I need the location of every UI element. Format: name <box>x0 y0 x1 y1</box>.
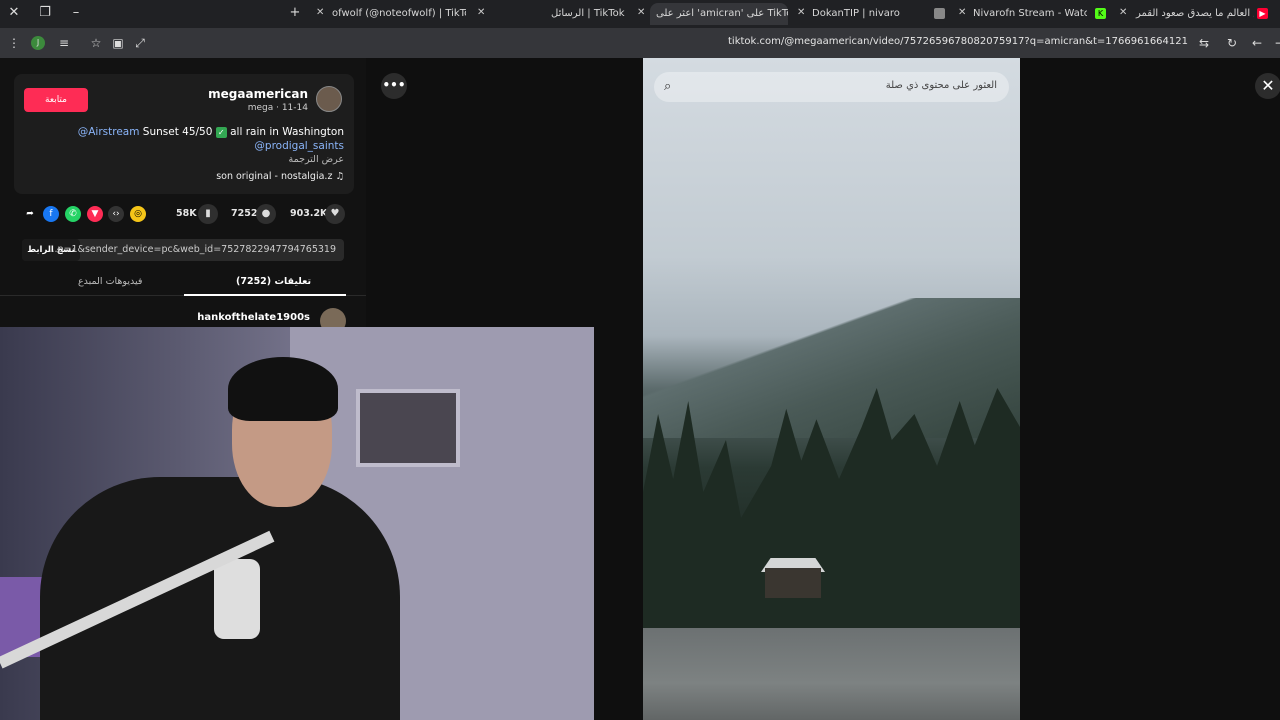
tab-nivarofn-stream[interactable]: Nivarofn Stream - Watch Live o <box>967 3 1087 25</box>
search-icon[interactable]: ⌕ <box>664 79 671 94</box>
embed-icon[interactable]: ‹› <box>108 206 124 222</box>
tab-messages[interactable]: الرسائل | TikTok ♪ <box>545 3 627 25</box>
dokantip-icon <box>934 8 945 19</box>
tab-close-icon[interactable]: ✕ <box>316 7 324 18</box>
ground-scene <box>643 628 1020 720</box>
search-placeholder: العثور على محتوى ذي صلة <box>885 80 997 91</box>
cabin <box>765 568 821 598</box>
bookmark-star-icon[interactable]: ☆ <box>88 35 104 51</box>
profile-icon[interactable]: J <box>31 36 45 50</box>
tab-title: اعثر على 'amicran' على TikTok <box>656 8 788 19</box>
bookmark-icon[interactable]: ▮ <box>198 204 218 224</box>
music-note-icon: ♫ <box>335 171 344 182</box>
action-row: ➦ f ✆ ▼ ‹› ◎ 58K ▮ 7252 ● 903.2K ♥ <box>0 204 366 228</box>
url-text[interactable]: tiktok.com/@megaamerican/video/757265967… <box>728 36 1188 47</box>
share-link-row: نسخ الرابط ...p=1&sender_device=pc&web_i… <box>22 239 344 261</box>
forward-icon[interactable]: → <box>1272 35 1280 51</box>
tab-close-icon[interactable]: ✕ <box>477 7 485 18</box>
tab-title: Nivarofn Stream - Watch Live o <box>973 8 1087 19</box>
site-settings-icon[interactable]: ⇆ <box>1196 35 1212 51</box>
screenshot-icon[interactable]: ⤢ <box>132 35 148 51</box>
repost-icon[interactable]: ▼ <box>87 206 103 222</box>
tab-close-icon[interactable]: ✕ <box>1119 7 1127 18</box>
webcam-person-hair <box>228 357 338 421</box>
youtube-icon: ▶ <box>1257 8 1268 19</box>
tab-close-icon[interactable]: ✕ <box>637 7 645 18</box>
tab-search-icon[interactable]: ≡ <box>56 35 72 51</box>
save-count: 58K <box>176 208 197 219</box>
tab-close-icon[interactable]: ✕ <box>797 7 805 18</box>
author-subline: mega · 11-14 <box>247 103 308 113</box>
mention-link-2[interactable]: @prodigal_saints <box>254 140 344 152</box>
facebook-icon[interactable]: f <box>43 206 59 222</box>
webcam-shelf <box>356 389 460 467</box>
tab-title: DokanTIP | nivaro <box>812 8 900 19</box>
more-options-button[interactable]: ••• <box>381 73 407 99</box>
tab-close-icon[interactable]: ✕ <box>958 7 966 18</box>
comment-username[interactable]: hankofthelate1900s <box>197 312 310 323</box>
active-tab-indicator <box>184 294 346 296</box>
tab-dokantip[interactable]: DokanTIP | nivaro <box>806 3 916 25</box>
author-avatar[interactable] <box>316 86 342 112</box>
tab-title: ofwolf (@noteofwolf) | TikTok <box>332 8 466 19</box>
kick-icon: K <box>1095 8 1106 19</box>
author-username[interactable]: megaamerican <box>208 87 308 101</box>
video-description: @Airstream Sunset 45/50 ✓ all rain in Wa… <box>78 126 344 138</box>
sound-link[interactable]: son original - nostalgia.z ♫ <box>216 171 344 182</box>
browser-address-bar: ⋮ J ≡ ☆ ▣ ⤢ tiktok.com/@megaamerican/vid… <box>0 28 1280 58</box>
window-minimize-icon[interactable]: – <box>68 5 84 21</box>
video-player[interactable] <box>643 58 1020 720</box>
webcam-overlay <box>0 327 594 720</box>
window-restore-icon[interactable]: ❐ <box>37 5 53 21</box>
menu-dots-icon[interactable]: ⋮ <box>6 35 22 51</box>
share-icon[interactable]: ➦ <box>22 206 38 222</box>
tab-title: الرسائل | TikTok <box>551 8 625 19</box>
share-link-text[interactable]: ...p=1&sender_device=pc&web_id=752782294… <box>48 244 336 255</box>
description-text: Sunset 45/50 <box>142 126 213 138</box>
reading-list-icon[interactable]: ▣ <box>110 35 126 51</box>
panel-tabs: فيديوهات المبدع تعليقات (7252) <box>0 268 366 296</box>
sound-title: son original - nostalgia.z <box>216 171 333 182</box>
tab-comments[interactable]: تعليقات (7252) <box>236 276 311 287</box>
whatsapp-icon[interactable]: ✆ <box>65 206 81 222</box>
tab-noteofwolf[interactable]: ofwolf (@noteofwolf) | TikTok ♪ <box>326 3 466 25</box>
tab-creator-videos[interactable]: فيديوهات المبدع <box>78 276 142 287</box>
related-search-bar[interactable]: ⌕ العثور على محتوى ذي صلة <box>654 72 1009 102</box>
heart-icon[interactable]: ♥ <box>325 204 345 224</box>
back-icon[interactable]: ← <box>1249 35 1265 51</box>
check-icon: ✓ <box>215 127 227 138</box>
reload-icon[interactable]: ↻ <box>1224 35 1240 51</box>
webcam-microphone <box>214 559 260 639</box>
description-rest: all rain in Washington <box>230 126 344 138</box>
coin-icon[interactable]: ◎ <box>130 206 146 222</box>
tab-search-amicran[interactable]: اعثر على 'amicran' على TikTok ♪ <box>650 3 788 25</box>
see-translation-link[interactable]: عرض الترجمة <box>288 154 344 165</box>
tab-title: ليش العالم ما يصدق صعود القمر <box>1136 8 1254 19</box>
mention-link[interactable]: @Airstream <box>78 126 140 138</box>
like-count: 903.2K <box>290 208 328 219</box>
window-close-icon[interactable]: ✕ <box>6 5 22 21</box>
comment-icon[interactable]: ● <box>256 204 276 224</box>
browser-tab-bar: ✕ ❐ – + ✕ ofwolf (@noteofwolf) | TikTok … <box>0 0 1280 28</box>
comment-count: 7252 <box>231 208 258 219</box>
close-video-button[interactable]: ✕ <box>1255 73 1280 99</box>
new-tab-button[interactable]: + <box>287 5 303 21</box>
tab-youtube-video[interactable]: ليش العالم ما يصدق صعود القمر <box>1130 3 1254 25</box>
follow-button[interactable]: متابعة <box>24 88 88 112</box>
author-card: متابعة megaamerican mega · 11-14 @Airstr… <box>14 74 354 194</box>
